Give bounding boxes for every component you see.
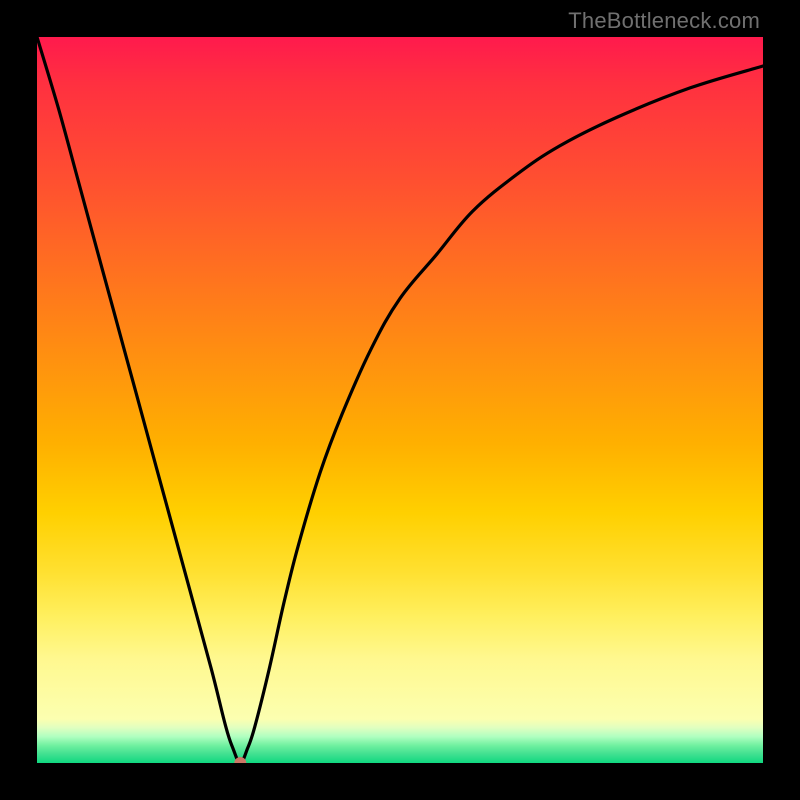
chart-svg — [37, 37, 763, 763]
plot-area — [37, 37, 763, 763]
watermark-text: TheBottleneck.com — [568, 8, 760, 34]
bottleneck-curve-path — [37, 37, 763, 763]
